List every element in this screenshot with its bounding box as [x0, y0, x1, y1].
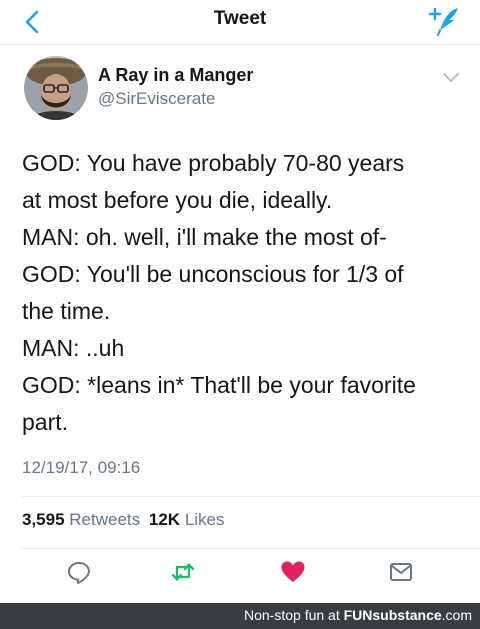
divider [22, 548, 480, 549]
likes-count: 12K [148, 510, 181, 529]
tweet-text: GOD: You have probably 70-80 years at mo… [22, 145, 462, 441]
divider [22, 496, 480, 497]
watermark-footer: Non-stop fun at FUNsubstance.com [0, 603, 480, 629]
tweet-line: MAN: oh. well, i'll make the most of- [22, 224, 387, 250]
tweet-line: the time. [22, 298, 111, 324]
tweet-line: at most before you die, ideally. [22, 187, 333, 213]
heart-icon[interactable] [280, 559, 306, 585]
tweet-line: GOD: *leans in* That'll be your favorite [22, 372, 416, 398]
tweet-line: part. [22, 409, 69, 435]
watermark-brand: FUNsubstance [343, 607, 442, 623]
tweet-line: GOD: You have probably 70-80 years [22, 150, 405, 176]
navigation-bar: Tweet [0, 0, 480, 45]
watermark-prefix: Non-stop fun at [244, 607, 340, 623]
tweet-timestamp: 12/19/17, 09:16 [22, 458, 141, 477]
page-title: Tweet [213, 8, 267, 29]
tweet-stats: 3,595 Retweets 12K Likes [22, 510, 225, 530]
retweets-stat[interactable]: 3,595 Retweets [22, 510, 145, 529]
direct-message-icon[interactable] [388, 559, 414, 585]
retweets-label: Retweets [69, 510, 141, 529]
reply-icon[interactable] [66, 559, 92, 585]
author-handle[interactable]: @SirEviscerate [98, 89, 215, 109]
watermark-suffix: .com [441, 607, 472, 623]
likes-stat[interactable]: 12K Likes [149, 510, 225, 529]
likes-label: Likes [184, 510, 225, 529]
avatar[interactable] [24, 56, 88, 120]
watermark-text: Non-stop fun at FUNsubstance.com [244, 607, 472, 623]
tweet-line: GOD: You'll be unconscious for 1/3 of [22, 261, 404, 287]
author-display-name[interactable]: A Ray in a Manger [98, 65, 253, 86]
retweet-icon[interactable] [170, 559, 196, 585]
retweets-count: 3,595 [22, 510, 65, 529]
chevron-down-icon[interactable] [440, 68, 462, 86]
compose-tweet-icon[interactable] [426, 4, 462, 38]
user-avatar-icon [24, 56, 88, 120]
tweet-line: MAN: ..uh [22, 335, 125, 361]
